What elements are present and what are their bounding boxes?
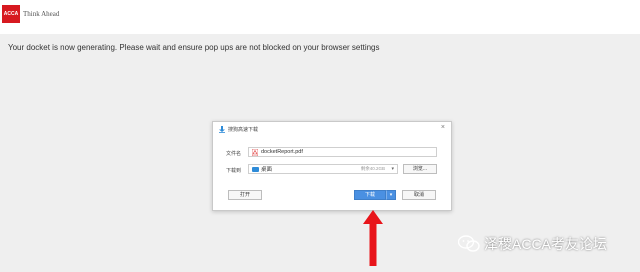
download-button[interactable]: 下载 bbox=[354, 190, 386, 200]
watermark: 泽稷ACCA考友论坛 bbox=[458, 234, 607, 254]
close-icon[interactable]: × bbox=[441, 124, 445, 131]
wechat-icon bbox=[458, 235, 480, 252]
saveto-label: 下载到 bbox=[226, 168, 242, 174]
filename-label: 文件名 bbox=[226, 151, 242, 157]
dialog-title-bar: 搜狗高速下载 bbox=[219, 126, 258, 133]
status-message: Your docket is now generating. Please wa… bbox=[8, 43, 380, 52]
logo-tagline: Think Ahead bbox=[23, 10, 60, 18]
browse-button[interactable]: 浏览... bbox=[403, 164, 437, 174]
top-bar: ACCA Think Ahead bbox=[0, 0, 640, 34]
filename-field[interactable]: docketReport.pdf bbox=[248, 147, 437, 157]
folder-icon bbox=[252, 166, 259, 172]
watermark-text: 泽稷ACCA考友论坛 bbox=[484, 236, 607, 252]
open-button[interactable]: 打开 bbox=[228, 190, 262, 200]
chevron-down-icon: ▾ bbox=[391, 166, 394, 172]
cancel-button[interactable]: 取消 bbox=[402, 190, 436, 200]
saveto-select[interactable]: 桌面 剩余40.2GB ▾ bbox=[248, 164, 398, 174]
red-arrow-icon bbox=[363, 210, 383, 266]
logo-mark: ACCA bbox=[2, 5, 20, 23]
saveto-value: 桌面 bbox=[261, 167, 273, 173]
filename-value: docketReport.pdf bbox=[261, 149, 303, 155]
acca-logo[interactable]: ACCA Think Ahead bbox=[2, 5, 59, 23]
download-icon bbox=[219, 126, 225, 133]
dialog-title: 搜狗高速下载 bbox=[228, 127, 259, 133]
download-options-button[interactable]: ▾ bbox=[386, 190, 396, 200]
free-space-text: 剩余40.2GB bbox=[360, 166, 385, 171]
pdf-file-icon bbox=[252, 148, 258, 156]
